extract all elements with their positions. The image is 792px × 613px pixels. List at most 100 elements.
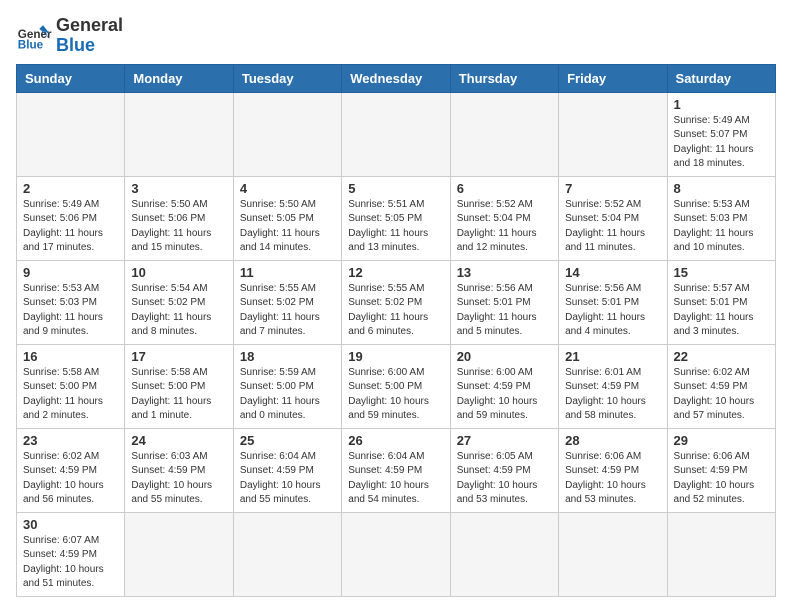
calendar-cell — [559, 92, 667, 176]
calendar-cell: 18 Sunrise: 5:59 AM Sunset: 5:00 PM Dayli… — [233, 344, 341, 428]
calendar-cell: 15Sunrise: 5:57 AM Sunset: 5:01 PM Dayli… — [667, 260, 775, 344]
day-number: 14 — [565, 265, 660, 280]
weekday-header-friday: Friday — [559, 64, 667, 92]
day-number: 18 — [240, 349, 335, 364]
day-number: 27 — [457, 433, 552, 448]
calendar-cell: 24 Sunrise: 6:03 AM Sunset: 4:59 PM Dayli… — [125, 428, 233, 512]
day-info: Sunrise: 5:55 AM Sunset: 5:02 PM Dayligh… — [240, 282, 335, 340]
day-info: Sunrise: 5:56 AM Sunset: 5:01 PM Dayligh… — [457, 282, 552, 340]
calendar-cell: 10 Sunrise: 5:54 AM Sunset: 5:02 PM Dayli… — [125, 260, 233, 344]
day-number: 28 — [565, 433, 660, 448]
calendar-cell: 20Sunrise: 6:00 AM Sunset: 4:59 PM Dayli… — [450, 344, 558, 428]
logo-icon: General Blue — [16, 18, 52, 54]
day-number: 29 — [674, 433, 769, 448]
calendar-cell — [450, 92, 558, 176]
calendar-cell — [559, 512, 667, 596]
calendar-cell: 16 Sunrise: 5:58 AM Sunset: 5:00 PM Dayli… — [17, 344, 125, 428]
calendar-cell: 17Sunrise: 5:58 AM Sunset: 5:00 PM Dayli… — [125, 344, 233, 428]
day-info: Sunrise: 5:53 AM Sunset: 5:03 PM Dayligh… — [23, 282, 118, 340]
day-number: 2 — [23, 181, 118, 196]
day-number: 20 — [457, 349, 552, 364]
calendar-week-row: 16 Sunrise: 5:58 AM Sunset: 5:00 PM Dayli… — [17, 344, 776, 428]
calendar-cell: 30Sunrise: 6:07 AM Sunset: 4:59 PM Dayli… — [17, 512, 125, 596]
day-info: Sunrise: 6:03 AM Sunset: 4:59 PM Dayligh… — [131, 450, 226, 508]
calendar-cell: 5 Sunrise: 5:51 AM Sunset: 5:05 PM Daylig… — [342, 176, 450, 260]
day-info: Sunrise: 5:49 AM Sunset: 5:07 PM Dayligh… — [674, 114, 769, 172]
day-number: 21 — [565, 349, 660, 364]
weekday-header-sunday: Sunday — [17, 64, 125, 92]
day-info: Sunrise: 5:58 AM Sunset: 5:00 PM Dayligh… — [131, 366, 226, 424]
day-info: Sunrise: 5:49 AM Sunset: 5:06 PM Dayligh… — [23, 198, 118, 256]
day-info: Sunrise: 5:55 AM Sunset: 5:02 PM Dayligh… — [348, 282, 443, 340]
page-header: General Blue General Blue — [16, 16, 776, 56]
day-info: Sunrise: 5:59 AM Sunset: 5:00 PM Dayligh… — [240, 366, 335, 424]
calendar-cell: 23 Sunrise: 6:02 AM Sunset: 4:59 PM Dayli… — [17, 428, 125, 512]
calendar-cell: 2 Sunrise: 5:49 AM Sunset: 5:06 PM Daylig… — [17, 176, 125, 260]
day-number: 7 — [565, 181, 660, 196]
day-number: 12 — [348, 265, 443, 280]
day-number: 15 — [674, 265, 769, 280]
logo-general-text: General — [56, 16, 123, 36]
day-number: 8 — [674, 181, 769, 196]
calendar-cell: 25 Sunrise: 6:04 AM Sunset: 4:59 PM Dayli… — [233, 428, 341, 512]
calendar-body: 1 Sunrise: 5:49 AM Sunset: 5:07 PM Daylig… — [17, 92, 776, 596]
weekday-header-tuesday: Tuesday — [233, 64, 341, 92]
day-number: 5 — [348, 181, 443, 196]
day-number: 22 — [674, 349, 769, 364]
calendar-cell: 3 Sunrise: 5:50 AM Sunset: 5:06 PM Daylig… — [125, 176, 233, 260]
day-info: Sunrise: 6:00 AM Sunset: 5:00 PM Dayligh… — [348, 366, 443, 424]
day-number: 24 — [131, 433, 226, 448]
calendar-cell — [342, 512, 450, 596]
calendar-cell — [667, 512, 775, 596]
day-number: 11 — [240, 265, 335, 280]
day-number: 9 — [23, 265, 118, 280]
weekday-header-saturday: Saturday — [667, 64, 775, 92]
weekday-header-row: SundayMondayTuesdayWednesdayThursdayFrid… — [17, 64, 776, 92]
day-info: Sunrise: 6:04 AM Sunset: 4:59 PM Dayligh… — [240, 450, 335, 508]
calendar-cell: 29Sunrise: 6:06 AM Sunset: 4:59 PM Dayli… — [667, 428, 775, 512]
calendar-cell: 27 Sunrise: 6:05 AM Sunset: 4:59 PM Dayli… — [450, 428, 558, 512]
calendar-cell: 26Sunrise: 6:04 AM Sunset: 4:59 PM Dayli… — [342, 428, 450, 512]
day-number: 3 — [131, 181, 226, 196]
calendar-cell: 13 Sunrise: 5:56 AM Sunset: 5:01 PM Dayli… — [450, 260, 558, 344]
day-info: Sunrise: 5:52 AM Sunset: 5:04 PM Dayligh… — [457, 198, 552, 256]
calendar-cell: 14Sunrise: 5:56 AM Sunset: 5:01 PM Dayli… — [559, 260, 667, 344]
calendar-cell: 8 Sunrise: 5:53 AM Sunset: 5:03 PM Daylig… — [667, 176, 775, 260]
day-info: Sunrise: 6:06 AM Sunset: 4:59 PM Dayligh… — [565, 450, 660, 508]
logo-blue-text: Blue — [56, 36, 123, 56]
day-info: Sunrise: 5:50 AM Sunset: 5:06 PM Dayligh… — [131, 198, 226, 256]
day-info: Sunrise: 5:58 AM Sunset: 5:00 PM Dayligh… — [23, 366, 118, 424]
day-info: Sunrise: 6:07 AM Sunset: 4:59 PM Dayligh… — [23, 534, 118, 592]
svg-text:Blue: Blue — [18, 38, 44, 51]
logo: General Blue General Blue — [16, 16, 123, 56]
calendar-week-row: 2 Sunrise: 5:49 AM Sunset: 5:06 PM Daylig… — [17, 176, 776, 260]
day-info: Sunrise: 6:04 AM Sunset: 4:59 PM Dayligh… — [348, 450, 443, 508]
day-info: Sunrise: 6:05 AM Sunset: 4:59 PM Dayligh… — [457, 450, 552, 508]
calendar-cell: 6 Sunrise: 5:52 AM Sunset: 5:04 PM Daylig… — [450, 176, 558, 260]
calendar-cell — [125, 92, 233, 176]
day-number: 19 — [348, 349, 443, 364]
calendar-cell: 19 Sunrise: 6:00 AM Sunset: 5:00 PM Dayli… — [342, 344, 450, 428]
day-number: 6 — [457, 181, 552, 196]
calendar-cell: 11 Sunrise: 5:55 AM Sunset: 5:02 PM Dayli… — [233, 260, 341, 344]
calendar-week-row: 1 Sunrise: 5:49 AM Sunset: 5:07 PM Daylig… — [17, 92, 776, 176]
calendar-cell: 9 Sunrise: 5:53 AM Sunset: 5:03 PM Daylig… — [17, 260, 125, 344]
day-number: 23 — [23, 433, 118, 448]
day-info: Sunrise: 6:02 AM Sunset: 4:59 PM Dayligh… — [23, 450, 118, 508]
day-number: 25 — [240, 433, 335, 448]
day-number: 13 — [457, 265, 552, 280]
day-info: Sunrise: 5:51 AM Sunset: 5:05 PM Dayligh… — [348, 198, 443, 256]
day-number: 16 — [23, 349, 118, 364]
calendar-cell — [450, 512, 558, 596]
day-number: 1 — [674, 97, 769, 112]
calendar-cell — [125, 512, 233, 596]
calendar-cell: 21Sunrise: 6:01 AM Sunset: 4:59 PM Dayli… — [559, 344, 667, 428]
day-number: 4 — [240, 181, 335, 196]
day-info: Sunrise: 5:54 AM Sunset: 5:02 PM Dayligh… — [131, 282, 226, 340]
calendar-cell — [342, 92, 450, 176]
day-number: 10 — [131, 265, 226, 280]
calendar-week-row: 30Sunrise: 6:07 AM Sunset: 4:59 PM Dayli… — [17, 512, 776, 596]
calendar-cell: 28 Sunrise: 6:06 AM Sunset: 4:59 PM Dayli… — [559, 428, 667, 512]
day-info: Sunrise: 5:53 AM Sunset: 5:03 PM Dayligh… — [674, 198, 769, 256]
calendar-week-row: 23 Sunrise: 6:02 AM Sunset: 4:59 PM Dayli… — [17, 428, 776, 512]
